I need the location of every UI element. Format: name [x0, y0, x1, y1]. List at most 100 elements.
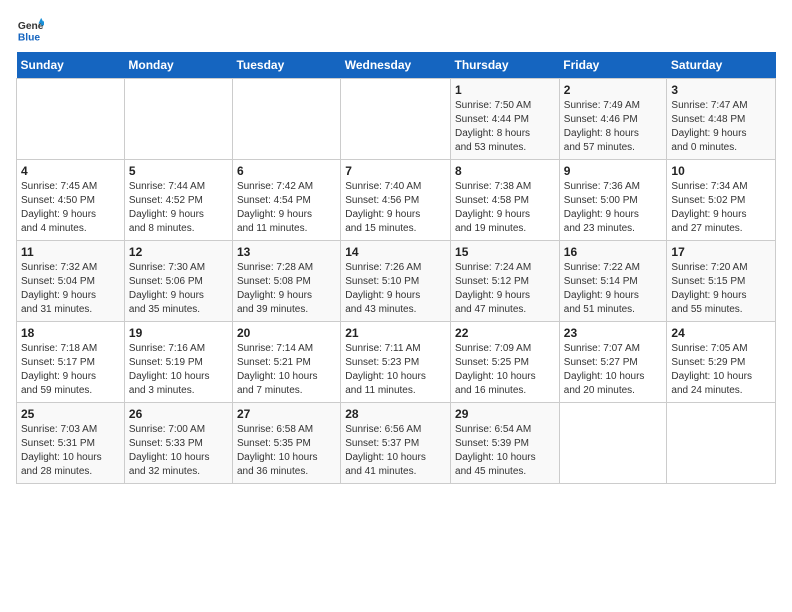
calendar-cell: 26 Sunrise: 7:00 AM Sunset: 5:33 PM Dayli…: [124, 403, 232, 484]
day-number: 16: [564, 245, 663, 259]
col-header-saturday: Saturday: [667, 52, 776, 79]
day-info: Sunrise: 7:38 AM Sunset: 4:58 PM Dayligh…: [455, 180, 555, 236]
day-info: Sunrise: 6:56 AM Sunset: 5:37 PM Dayligh…: [345, 423, 446, 479]
calendar-cell: 23Sunrise: 7:07 AM Sunset: 5:27 PM Dayli…: [559, 322, 667, 403]
calendar-week-1: 4Sunrise: 7:45 AM Sunset: 4:50 PM Daylig…: [17, 160, 776, 241]
col-header-friday: Friday: [559, 52, 667, 79]
day-number: 17: [671, 245, 771, 259]
day-info: Sunrise: 7:11 AM Sunset: 5:23 PM Dayligh…: [345, 342, 446, 398]
calendar-week-0: 1 Sunrise: 7:50 AM Sunset: 4:44 PM Daylig…: [17, 79, 776, 160]
col-header-monday: Monday: [124, 52, 232, 79]
day-number: 26: [129, 407, 228, 421]
calendar-cell: 24Sunrise: 7:05 AM Sunset: 5:29 PM Dayli…: [667, 322, 776, 403]
calendar-cell: 17 Sunrise: 7:20 AM Sunset: 5:15 PM Dayli…: [667, 241, 776, 322]
calendar-cell: 20 Sunrise: 7:14 AM Sunset: 5:21 PM Dayli…: [232, 322, 340, 403]
day-number: 3: [671, 83, 771, 97]
calendar-cell: 10 Sunrise: 7:34 AM Sunset: 5:02 PM Dayli…: [667, 160, 776, 241]
calendar-week-3: 18Sunrise: 7:18 AM Sunset: 5:17 PM Dayli…: [17, 322, 776, 403]
header: General Blue: [16, 16, 776, 44]
calendar-cell: 2 Sunrise: 7:49 AM Sunset: 4:46 PM Daylig…: [559, 79, 667, 160]
calendar-cell: 13 Sunrise: 7:28 AM Sunset: 5:08 PM Dayli…: [232, 241, 340, 322]
day-number: 23: [564, 326, 663, 340]
calendar-cell: [341, 79, 451, 160]
calendar-cell: 8 Sunrise: 7:38 AM Sunset: 4:58 PM Daylig…: [451, 160, 560, 241]
day-info: Sunrise: 7:00 AM Sunset: 5:33 PM Dayligh…: [129, 423, 228, 479]
day-number: 22: [455, 326, 555, 340]
calendar-cell: 22 Sunrise: 7:09 AM Sunset: 5:25 PM Dayli…: [451, 322, 560, 403]
calendar-week-2: 11 Sunrise: 7:32 AM Sunset: 5:04 PM Dayli…: [17, 241, 776, 322]
calendar-week-4: 25 Sunrise: 7:03 AM Sunset: 5:31 PM Dayli…: [17, 403, 776, 484]
calendar-cell: 25 Sunrise: 7:03 AM Sunset: 5:31 PM Dayli…: [17, 403, 125, 484]
day-number: 28: [345, 407, 446, 421]
calendar-cell: [17, 79, 125, 160]
calendar-cell: 12 Sunrise: 7:30 AM Sunset: 5:06 PM Dayli…: [124, 241, 232, 322]
calendar-cell: 18Sunrise: 7:18 AM Sunset: 5:17 PM Dayli…: [17, 322, 125, 403]
calendar-cell: 28 Sunrise: 6:56 AM Sunset: 5:37 PM Dayli…: [341, 403, 451, 484]
calendar-cell: [667, 403, 776, 484]
day-number: 14: [345, 245, 446, 259]
day-info: Sunrise: 7:34 AM Sunset: 5:02 PM Dayligh…: [671, 180, 771, 236]
day-info: Sunrise: 7:20 AM Sunset: 5:15 PM Dayligh…: [671, 261, 771, 317]
calendar-cell: 16 Sunrise: 7:22 AM Sunset: 5:14 PM Dayli…: [559, 241, 667, 322]
day-number: 15: [455, 245, 555, 259]
col-header-sunday: Sunday: [17, 52, 125, 79]
day-info: Sunrise: 7:30 AM Sunset: 5:06 PM Dayligh…: [129, 261, 228, 317]
day-info: Sunrise: 7:03 AM Sunset: 5:31 PM Dayligh…: [21, 423, 120, 479]
calendar-cell: 9 Sunrise: 7:36 AM Sunset: 5:00 PM Daylig…: [559, 160, 667, 241]
day-info: Sunrise: 7:05 AM Sunset: 5:29 PM Dayligh…: [671, 342, 771, 398]
day-number: 20: [237, 326, 336, 340]
col-header-wednesday: Wednesday: [341, 52, 451, 79]
day-info: Sunrise: 7:28 AM Sunset: 5:08 PM Dayligh…: [237, 261, 336, 317]
calendar-cell: 6Sunrise: 7:42 AM Sunset: 4:54 PM Daylig…: [232, 160, 340, 241]
calendar-cell: 1 Sunrise: 7:50 AM Sunset: 4:44 PM Daylig…: [451, 79, 560, 160]
day-number: 25: [21, 407, 120, 421]
day-info: Sunrise: 7:14 AM Sunset: 5:21 PM Dayligh…: [237, 342, 336, 398]
day-number: 11: [21, 245, 120, 259]
calendar-table: SundayMondayTuesdayWednesdayThursdayFrid…: [16, 52, 776, 484]
day-number: 1: [455, 83, 555, 97]
calendar-cell: 27 Sunrise: 6:58 AM Sunset: 5:35 PM Dayli…: [232, 403, 340, 484]
svg-text:Blue: Blue: [18, 32, 41, 43]
day-number: 5: [129, 164, 228, 178]
day-info: Sunrise: 7:22 AM Sunset: 5:14 PM Dayligh…: [564, 261, 663, 317]
day-info: Sunrise: 7:36 AM Sunset: 5:00 PM Dayligh…: [564, 180, 663, 236]
day-number: 19: [129, 326, 228, 340]
logo: General Blue: [16, 16, 48, 44]
day-info: Sunrise: 7:49 AM Sunset: 4:46 PM Dayligh…: [564, 99, 663, 155]
calendar-cell: [559, 403, 667, 484]
col-header-tuesday: Tuesday: [232, 52, 340, 79]
day-info: Sunrise: 7:18 AM Sunset: 5:17 PM Dayligh…: [21, 342, 120, 398]
day-number: 4: [21, 164, 120, 178]
day-number: 7: [345, 164, 446, 178]
calendar-cell: 3 Sunrise: 7:47 AM Sunset: 4:48 PM Daylig…: [667, 79, 776, 160]
day-info: Sunrise: 7:44 AM Sunset: 4:52 PM Dayligh…: [129, 180, 228, 236]
day-number: 12: [129, 245, 228, 259]
day-info: Sunrise: 7:24 AM Sunset: 5:12 PM Dayligh…: [455, 261, 555, 317]
calendar-cell: [124, 79, 232, 160]
day-number: 27: [237, 407, 336, 421]
day-number: 29: [455, 407, 555, 421]
calendar-cell: 11 Sunrise: 7:32 AM Sunset: 5:04 PM Dayli…: [17, 241, 125, 322]
day-number: 2: [564, 83, 663, 97]
calendar-header-row: SundayMondayTuesdayWednesdayThursdayFrid…: [17, 52, 776, 79]
day-number: 9: [564, 164, 663, 178]
day-info: Sunrise: 7:40 AM Sunset: 4:56 PM Dayligh…: [345, 180, 446, 236]
day-number: 10: [671, 164, 771, 178]
day-number: 13: [237, 245, 336, 259]
day-info: Sunrise: 7:09 AM Sunset: 5:25 PM Dayligh…: [455, 342, 555, 398]
day-info: Sunrise: 6:58 AM Sunset: 5:35 PM Dayligh…: [237, 423, 336, 479]
logo-icon: General Blue: [16, 16, 44, 44]
day-info: Sunrise: 7:50 AM Sunset: 4:44 PM Dayligh…: [455, 99, 555, 155]
day-info: Sunrise: 7:47 AM Sunset: 4:48 PM Dayligh…: [671, 99, 771, 155]
col-header-thursday: Thursday: [451, 52, 560, 79]
calendar-cell: 19Sunrise: 7:16 AM Sunset: 5:19 PM Dayli…: [124, 322, 232, 403]
calendar-cell: 5 Sunrise: 7:44 AM Sunset: 4:52 PM Daylig…: [124, 160, 232, 241]
calendar-cell: 14Sunrise: 7:26 AM Sunset: 5:10 PM Dayli…: [341, 241, 451, 322]
calendar-cell: [232, 79, 340, 160]
calendar-cell: 21Sunrise: 7:11 AM Sunset: 5:23 PM Dayli…: [341, 322, 451, 403]
day-number: 8: [455, 164, 555, 178]
calendar-cell: 29Sunrise: 6:54 AM Sunset: 5:39 PM Dayli…: [451, 403, 560, 484]
calendar-cell: 4Sunrise: 7:45 AM Sunset: 4:50 PM Daylig…: [17, 160, 125, 241]
day-number: 6: [237, 164, 336, 178]
day-info: Sunrise: 7:32 AM Sunset: 5:04 PM Dayligh…: [21, 261, 120, 317]
